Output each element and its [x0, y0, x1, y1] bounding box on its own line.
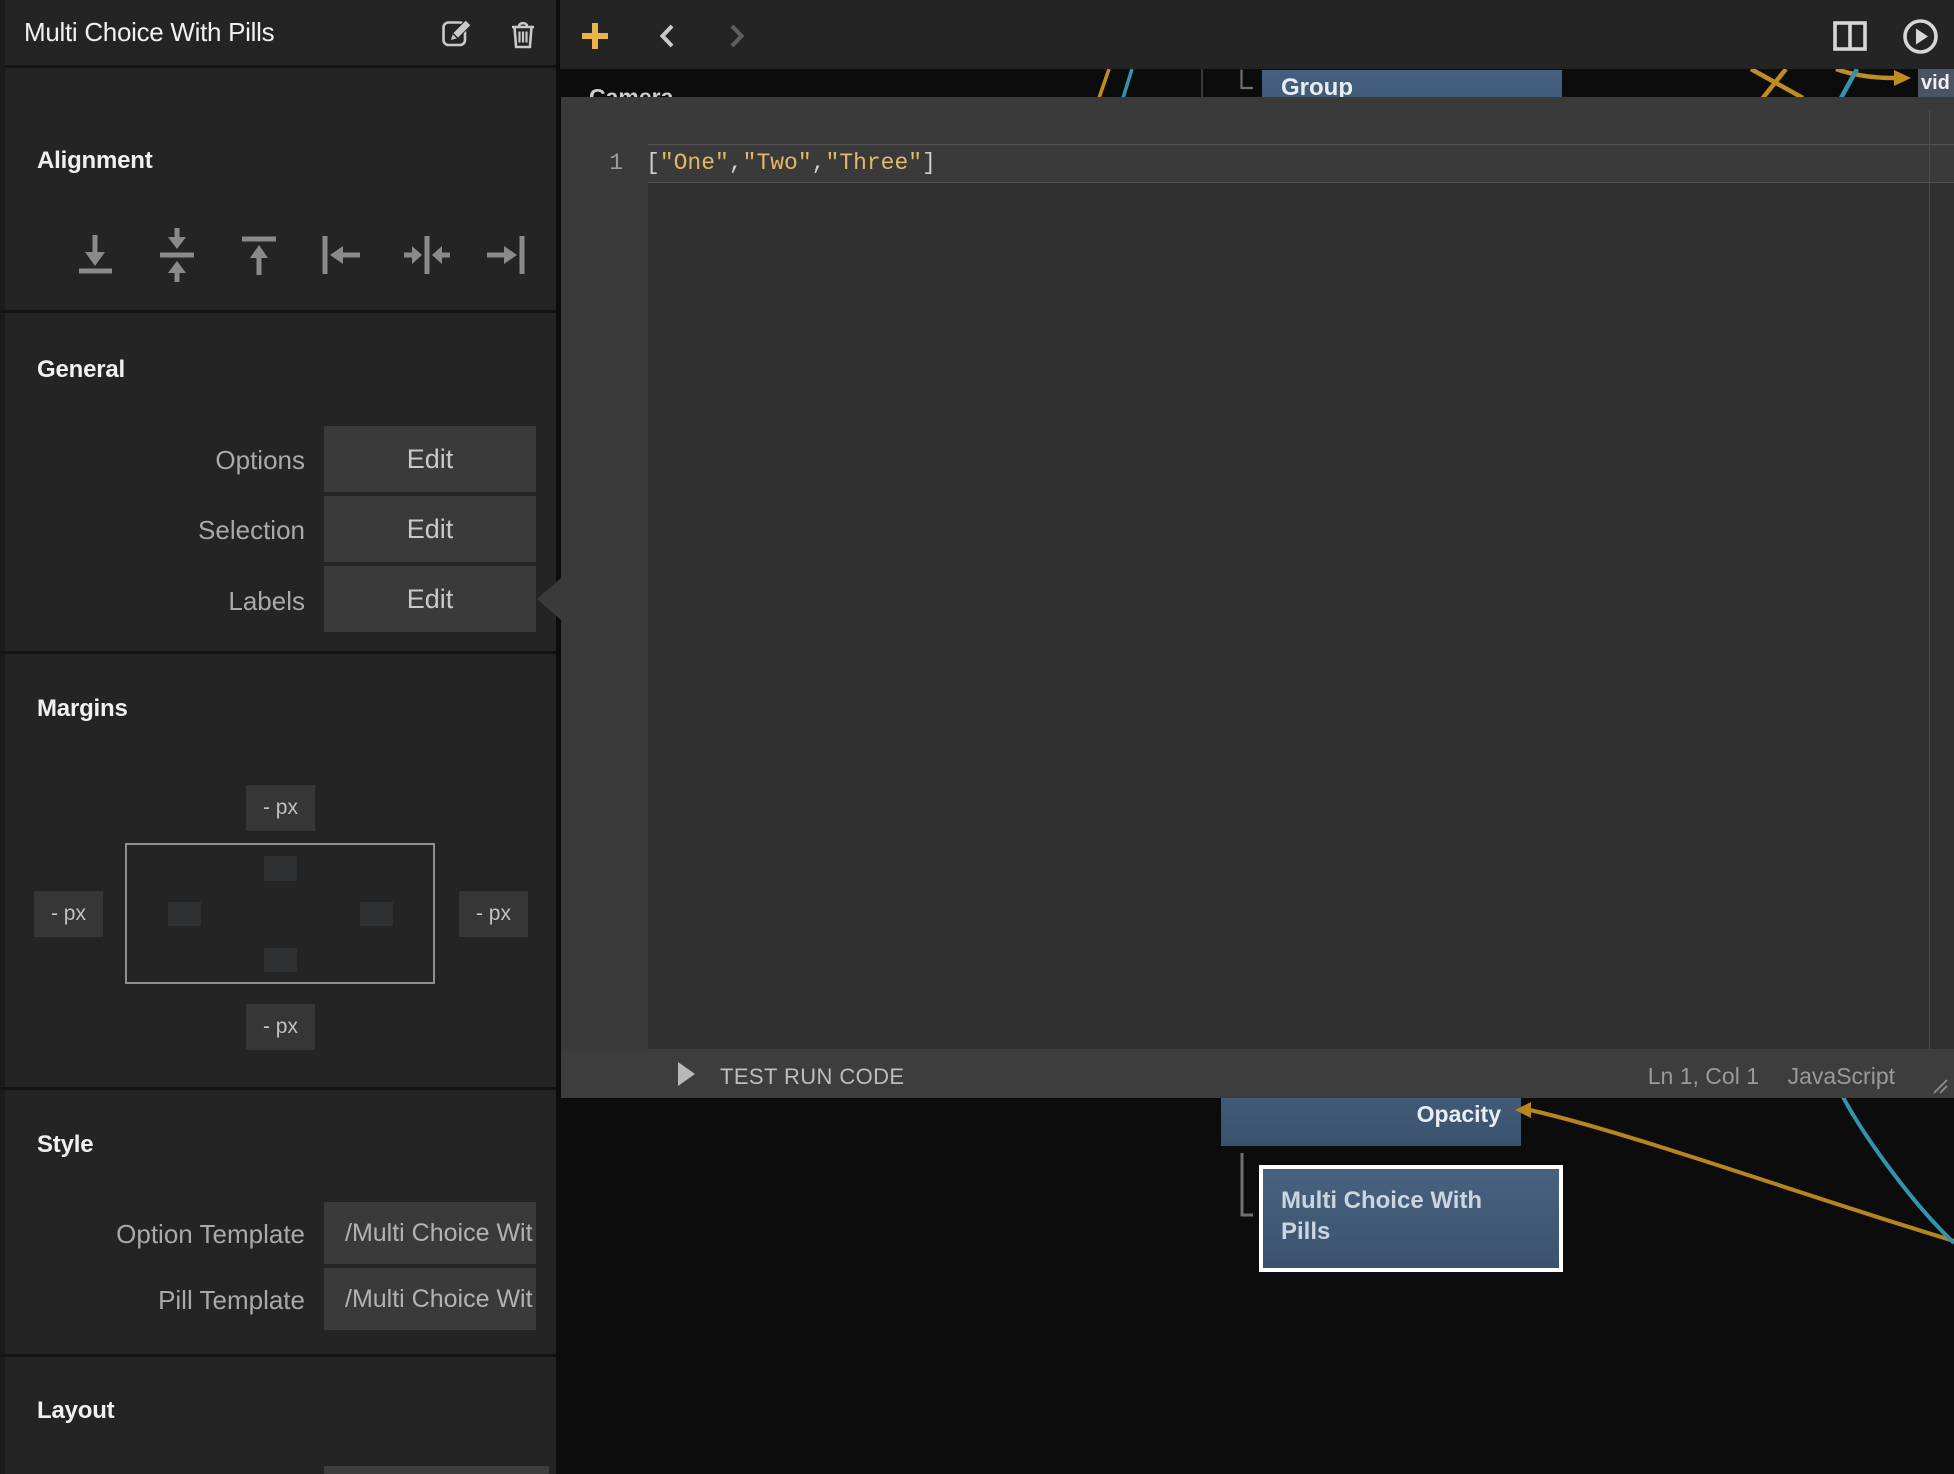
svg-text:vid: vid: [1921, 72, 1950, 94]
svg-text:Opacity: Opacity: [1417, 1101, 1502, 1127]
